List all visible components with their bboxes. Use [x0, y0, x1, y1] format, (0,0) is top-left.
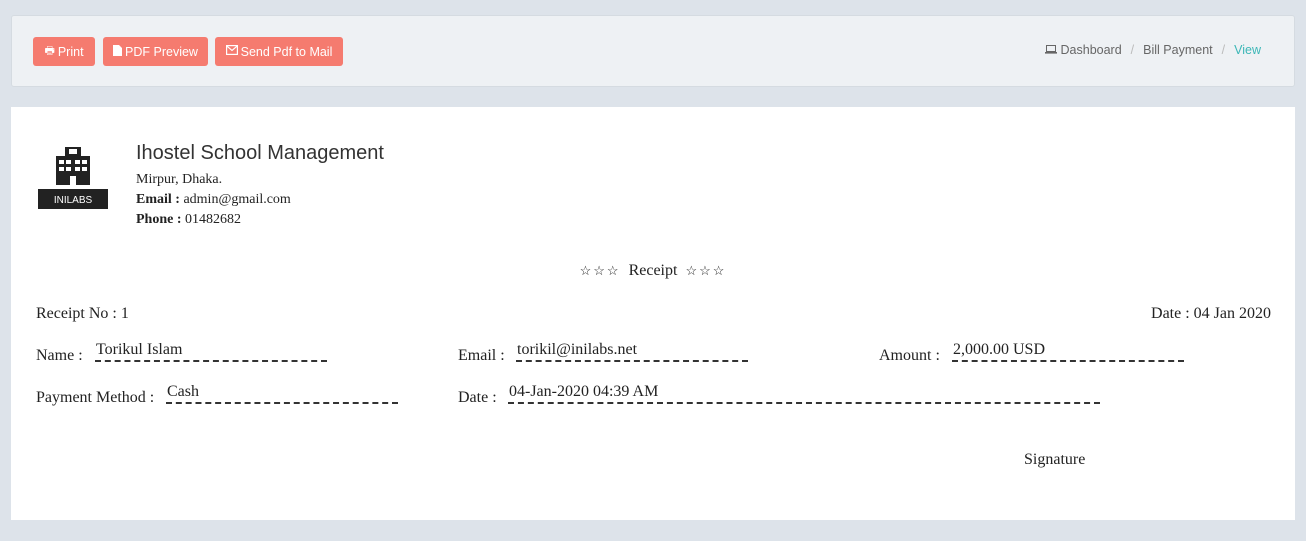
- school-phone-line: Phone : 01482682: [136, 212, 241, 228]
- file-icon: [113, 44, 123, 59]
- breadcrumb-separator: /: [1130, 43, 1135, 57]
- name-value: Torikul Islam: [95, 341, 327, 362]
- envelope-icon: [225, 45, 238, 58]
- breadcrumb-view: View: [1234, 43, 1261, 57]
- payment-method-label: Payment Method :: [36, 389, 155, 406]
- breadcrumb-separator: /: [1221, 43, 1226, 57]
- school-email-label: Email :: [136, 192, 180, 207]
- print-button[interactable]: 🖶 Print: [33, 37, 95, 66]
- receipt-title: Receipt: [628, 262, 678, 279]
- receipt-card: INILABS Ihostel School Management Mirpur…: [11, 107, 1295, 520]
- amount-value: 2,000.00 USD: [952, 341, 1184, 362]
- pdf-preview-label: PDF Preview: [125, 44, 198, 59]
- send-pdf-mail-button[interactable]: Send Pdf to Mail: [215, 37, 343, 66]
- receipt-heading: ☆☆☆ Receipt ☆☆☆: [11, 262, 1295, 280]
- date-value: 04-Jan-2020 04:39 AM: [508, 383, 1100, 404]
- school-email-line: Email : admin@gmail.com: [136, 192, 291, 208]
- school-email: admin@gmail.com: [183, 192, 291, 207]
- star-decoration-left: ☆☆☆: [579, 263, 621, 278]
- school-address: Mirpur, Dhaka.: [136, 172, 223, 187]
- action-bar: 🖶 Print PDF Preview Send Pdf to Mail Das…: [11, 15, 1295, 87]
- signature-label: Signature: [1024, 451, 1086, 468]
- send-pdf-mail-label: Send Pdf to Mail: [240, 44, 333, 59]
- school-name: Ihostel School Management: [136, 142, 384, 164]
- printer-icon: 🖶: [44, 45, 55, 57]
- payment-method-value: Cash: [166, 383, 398, 404]
- email-label: Email :: [458, 347, 505, 364]
- breadcrumb: Dashboard / Bill Payment / View: [1044, 43, 1261, 57]
- school-phone: 01482682: [185, 212, 241, 227]
- pdf-preview-button[interactable]: PDF Preview: [103, 37, 208, 66]
- breadcrumb-bill-payment[interactable]: Bill Payment: [1143, 43, 1212, 57]
- star-decoration-right: ☆☆☆: [685, 263, 727, 278]
- laptop-icon: [1044, 43, 1057, 57]
- email-value: torikil@inilabs.net: [516, 341, 748, 362]
- school-phone-label: Phone :: [136, 212, 182, 227]
- print-label: Print: [57, 44, 84, 59]
- school-logo: INILABS: [38, 147, 108, 209]
- breadcrumb-dashboard[interactable]: Dashboard: [1061, 43, 1122, 57]
- receipt-date: Date : 04 Jan 2020: [1151, 305, 1271, 322]
- date-label: Date :: [458, 389, 497, 406]
- amount-label: Amount :: [879, 347, 940, 364]
- name-label: Name :: [36, 347, 83, 364]
- receipt-number: Receipt No : 1: [36, 305, 129, 322]
- logo-text: INILABS: [54, 195, 93, 206]
